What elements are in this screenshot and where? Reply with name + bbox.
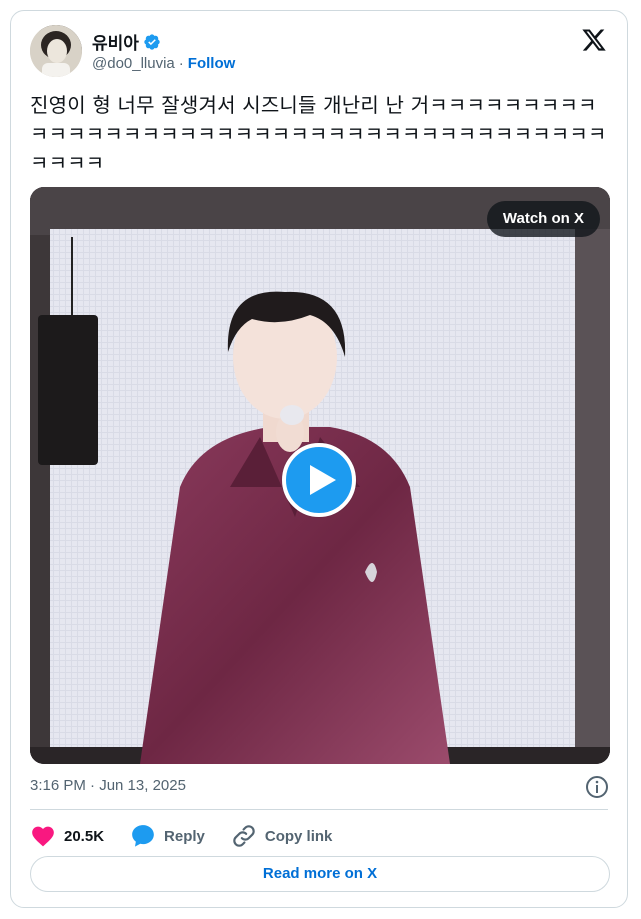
link-icon (233, 825, 255, 847)
play-icon (310, 465, 336, 495)
display-name[interactable]: 유비아 (92, 29, 139, 54)
divider (30, 809, 608, 810)
reply-button[interactable]: Reply (130, 823, 205, 849)
action-bar: 20.5K Reply Copy link (30, 819, 332, 853)
copy-link-label: Copy link (264, 827, 333, 845)
tweet-text: 진영이 형 너무 잘생겨서 시즈니들 개난리 난 거ㅋㅋㅋㅋㅋㅋㅋㅋㅋㅋㅋㅋㅋㅋ… (30, 93, 607, 175)
handle[interactable]: @do0_lluvia (92, 55, 175, 72)
handle-separator: · (178, 55, 184, 72)
copy-link-button[interactable]: Copy link (231, 823, 333, 849)
reply-icon (132, 825, 154, 847)
read-more-button[interactable]: Read more on X (30, 856, 610, 892)
info-icon[interactable] (585, 775, 609, 799)
heart-icon (32, 826, 54, 847)
tweet-header: 유비아 @do0_lluvia · Follow (30, 25, 611, 81)
follow-button[interactable]: Follow (188, 55, 236, 72)
x-logo-icon[interactable] (581, 27, 607, 53)
likes-count: 20.5K (64, 827, 105, 845)
play-button[interactable] (282, 443, 356, 517)
video-player[interactable]: Watch on X (30, 187, 610, 764)
tweet-card: 유비아 @do0_lluvia · Follow 진영이 형 너무 잘생겨서 시… (10, 10, 628, 908)
avatar[interactable] (30, 25, 82, 77)
verified-badge-icon (144, 33, 160, 50)
reply-label: Reply (164, 827, 205, 845)
watch-on-x-button[interactable]: Watch on X (486, 201, 600, 237)
tweet-timestamp[interactable]: 3:16 PM · Jun 13, 2025 (30, 777, 186, 794)
like-button[interactable]: 20.5K (30, 823, 104, 849)
